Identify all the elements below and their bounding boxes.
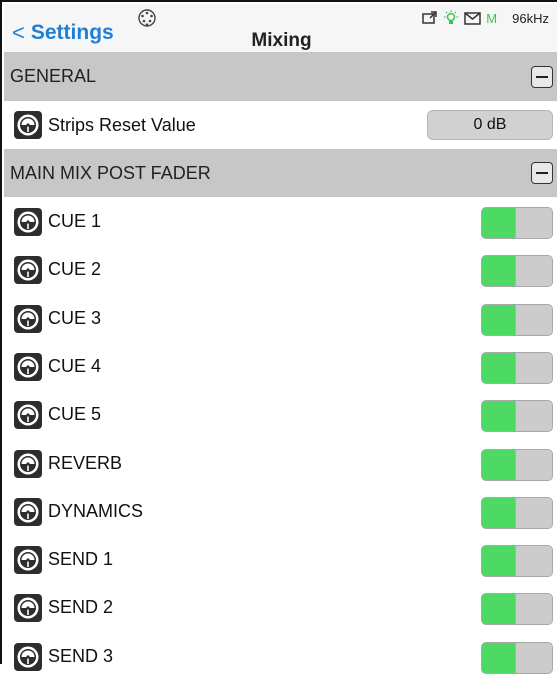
page-title: Mixing — [251, 30, 312, 51]
mix-row: REVERB — [4, 439, 557, 488]
mix-row-label: CUE 2 — [48, 259, 102, 279]
mix-row: CUE 1 — [4, 197, 557, 246]
meter-icon — [14, 352, 42, 381]
mix-row: SEND 3 — [4, 632, 557, 681]
section-main-mix-label: MAIN MIX POST FADER — [10, 162, 211, 183]
toggle-knob — [515, 208, 552, 238]
meter-icon — [14, 497, 42, 526]
m-status-label: M — [486, 10, 498, 26]
strips-reset-label: Strips Reset Value — [48, 114, 196, 135]
toggle-knob — [515, 450, 552, 480]
envelope-icon — [464, 11, 482, 25]
mix-row-toggle[interactable] — [481, 400, 553, 432]
midi-connector-icon — [138, 9, 156, 27]
mix-row: CUE 3 — [4, 294, 557, 343]
meter-icon — [14, 255, 42, 284]
mix-row-toggle[interactable] — [481, 497, 553, 529]
navigation-header: < Settings Mixing M 96kHz — [4, 4, 557, 54]
toggle-knob — [515, 594, 552, 624]
mix-row-label: DYNAMICS — [48, 501, 144, 521]
mix-row-toggle[interactable] — [481, 352, 553, 384]
mix-row-toggle[interactable] — [481, 593, 553, 625]
status-bar: M 96kHz — [422, 10, 549, 26]
section-general: GENERAL — [4, 52, 557, 101]
toggle-knob — [515, 256, 552, 286]
display-icon — [422, 11, 438, 24]
mix-row: CUE 2 — [4, 245, 557, 294]
mix-row-toggle[interactable] — [481, 642, 553, 674]
mix-row: SEND 2 — [4, 583, 557, 632]
meter-icon — [14, 111, 42, 139]
bulb-icon — [444, 10, 459, 24]
toggle-knob — [515, 546, 552, 576]
mix-row-toggle[interactable] — [481, 255, 553, 287]
mix-row-toggle[interactable] — [481, 207, 553, 239]
mix-row-toggle[interactable] — [481, 545, 553, 577]
mix-row-label: CUE 4 — [48, 356, 102, 376]
mix-row: CUE 4 — [4, 342, 557, 391]
meter-icon — [14, 304, 42, 333]
toggle-knob — [515, 305, 552, 335]
toggle-knob — [515, 498, 552, 528]
strips-reset-value-button[interactable]: 0 dB — [427, 110, 553, 140]
mix-row-label: CUE 3 — [48, 308, 102, 328]
collapse-general-button[interactable] — [531, 65, 553, 88]
section-general-label: GENERAL — [10, 66, 97, 86]
toggle-knob — [515, 353, 552, 383]
mix-row-label: REVERB — [48, 453, 123, 473]
toggle-knob — [515, 643, 552, 673]
mix-row-toggle[interactable] — [481, 449, 553, 481]
section-main-mix-post-fader: MAIN MIX POST FADER — [4, 149, 557, 197]
mix-row-label: CUE 5 — [48, 404, 102, 424]
mix-row-label: CUE 1 — [48, 211, 102, 231]
meter-icon — [14, 449, 42, 478]
mix-row-label: SEND 1 — [48, 549, 114, 569]
mix-row: DYNAMICS — [4, 487, 557, 536]
mix-row: CUE 5 — [4, 390, 557, 439]
meter-icon — [14, 545, 42, 574]
mix-row: SEND 1 — [4, 535, 557, 584]
meter-icon — [14, 207, 42, 236]
meter-icon — [14, 593, 42, 622]
sample-rate-label: 96kHz — [512, 10, 549, 26]
meter-icon — [14, 642, 42, 671]
meter-icon — [14, 400, 42, 429]
mix-row-label: SEND 2 — [48, 597, 114, 617]
toggle-knob — [515, 401, 552, 431]
strips-reset-row: Strips Reset Value 0 dB — [4, 101, 557, 149]
mix-row-toggle[interactable] — [481, 304, 553, 336]
collapse-main-mix-button[interactable] — [531, 162, 553, 184]
settings-screen: < Settings Mixing M 96kHz GENERAL Strips… — [0, 0, 557, 681]
